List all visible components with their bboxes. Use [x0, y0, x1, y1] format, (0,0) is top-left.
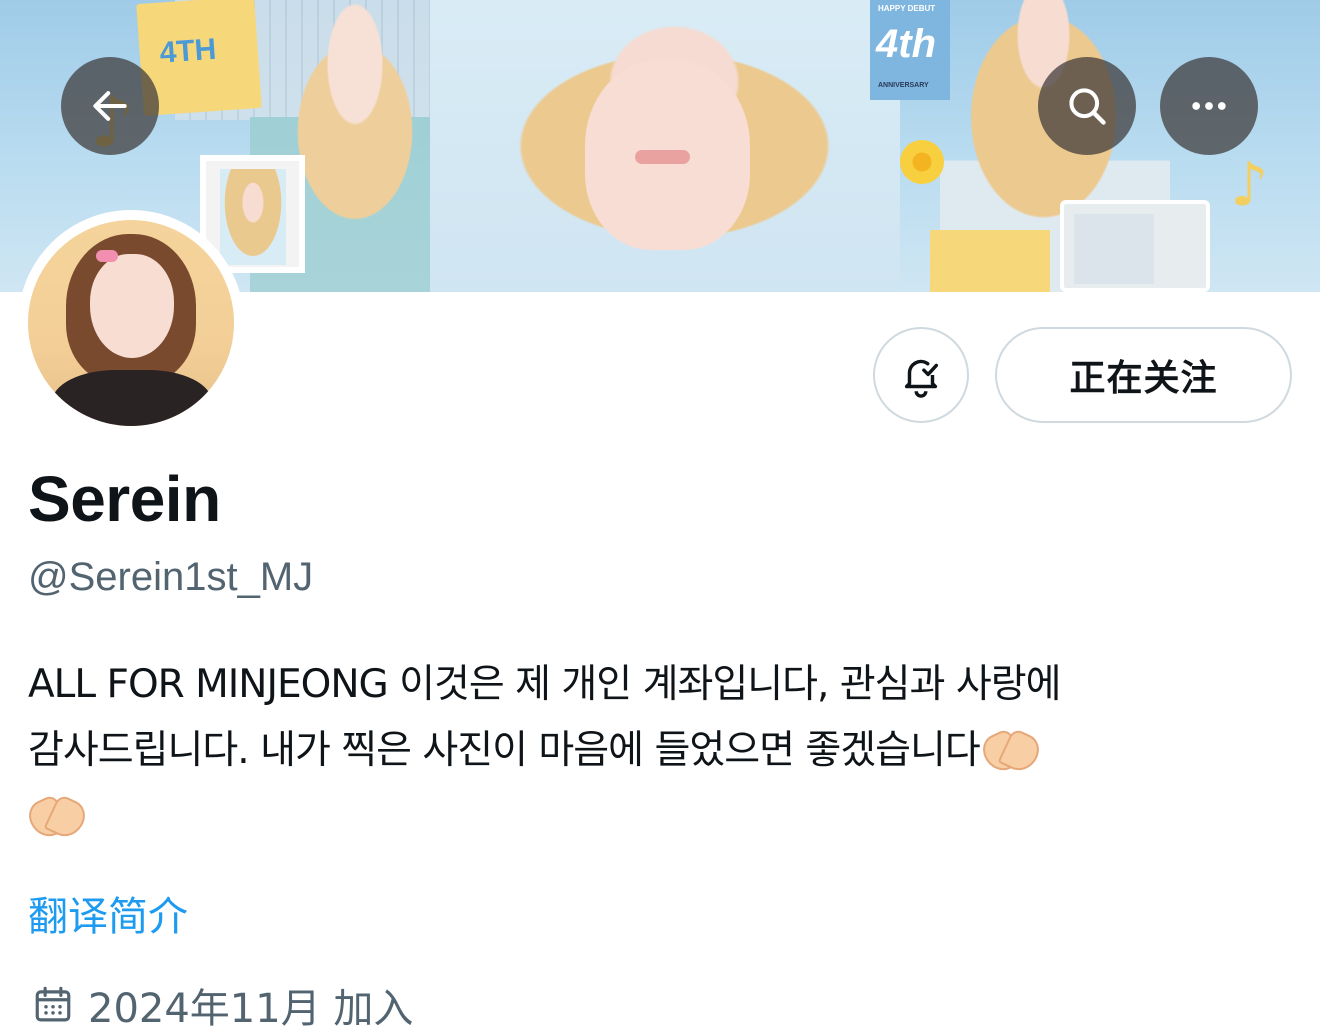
banner-anniversary-tile: HAPPY DEBUT 4th ANNIVERSARY — [870, 0, 950, 100]
banner-camera — [1060, 200, 1210, 292]
bio-line-1: ALL FOR MINJEONG 이것은 제 개인 계좌입니다, 관심과 사랑에 — [28, 662, 1061, 707]
following-button[interactable]: 正在关注 — [995, 327, 1292, 423]
banner-tile-text: 4th — [876, 22, 936, 66]
join-date: 2024年11月 加入 — [32, 976, 413, 1034]
banner-figure-center — [430, 0, 900, 292]
arrow-left-icon — [93, 91, 127, 121]
notifications-button[interactable] — [873, 327, 969, 423]
heart-hands-emoji-icon — [28, 795, 86, 835]
profile-bio: ALL FOR MINJEONG 이것은 제 개인 계좌입니다, 관심과 사랑에… — [28, 652, 1290, 850]
bio-line-2: 감사드립니다. 내가 찍은 사진이 마음에 들었으면 좋겠습니다 — [28, 718, 1290, 784]
banner-tile-bottom-text: ANNIVERSARY — [878, 82, 929, 89]
banner-note-text: 4TH — [158, 32, 218, 70]
banner-stamp — [930, 230, 1050, 292]
search-button[interactable] — [1038, 57, 1136, 155]
translate-bio-link[interactable]: 翻译简介 — [28, 884, 188, 942]
bell-check-icon — [904, 359, 939, 398]
back-button[interactable] — [61, 57, 159, 155]
banner-tile-top-text: HAPPY DEBUT — [878, 4, 936, 13]
calendar-icon — [35, 986, 71, 1022]
avatar-image — [28, 220, 234, 426]
join-date-text: 2024年11月 加入 — [88, 986, 414, 1032]
user-handle: @Serein1st_MJ — [28, 555, 314, 599]
more-horizontal-icon — [1192, 102, 1226, 110]
heart-hands-emoji-icon — [982, 729, 1040, 769]
bio-line-3 — [28, 784, 1290, 850]
more-options-button[interactable] — [1160, 57, 1258, 155]
profile-avatar[interactable] — [18, 210, 244, 436]
banner-music-note-right: ♪ — [1230, 150, 1269, 220]
display-name: Serein — [28, 463, 221, 535]
banner-flower — [900, 140, 944, 184]
bio-line-2-text: 감사드립니다. 내가 찍은 사진이 마음에 들었으면 좋겠습니다 — [28, 728, 981, 773]
search-icon — [1069, 88, 1106, 125]
